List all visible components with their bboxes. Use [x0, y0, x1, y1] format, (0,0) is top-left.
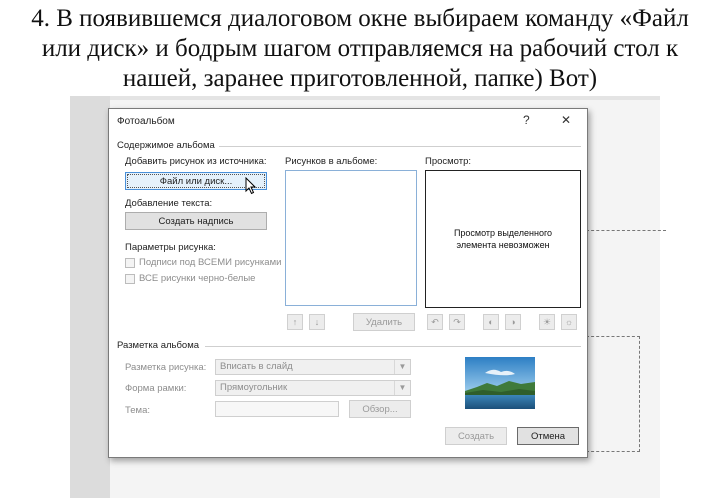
browse-button[interactable]: Обзор...	[349, 400, 411, 418]
frame-shape-select[interactable]: Прямоугольник ▼	[215, 380, 411, 396]
placeholder-border	[586, 230, 666, 231]
new-text-box-button[interactable]: Создать надпись	[125, 212, 267, 230]
placeholder-border	[586, 336, 640, 337]
frame-shape-value: Прямоугольник	[220, 382, 288, 393]
mouse-cursor-icon	[245, 177, 257, 195]
picture-options-label: Параметры рисунка:	[125, 242, 216, 253]
preview-label: Просмотр:	[425, 156, 472, 167]
contrast-up-icon[interactable]: ◐	[483, 314, 499, 330]
new-text-box-button-label: Создать надпись	[158, 215, 234, 227]
cancel-button[interactable]: Отмена	[517, 427, 579, 445]
black-white-checkbox-label: ВСЕ рисунки черно-белые	[139, 273, 256, 284]
checkbox-box	[125, 257, 135, 268]
arrow-down-icon[interactable]: ↓	[309, 314, 325, 330]
remove-button-label: Удалить	[365, 316, 403, 328]
remove-button[interactable]: Удалить	[353, 313, 415, 331]
picture-layout-select[interactable]: Вписать в слайд ▼	[215, 359, 411, 375]
theme-label: Тема:	[125, 405, 151, 416]
dialog-title: Фотоальбом	[117, 116, 175, 127]
create-button-label: Создать	[457, 430, 495, 442]
browse-button-label: Обзор...	[362, 403, 398, 415]
chevron-down-icon: ▼	[394, 381, 410, 395]
caption-line-1: 4. В появившемся диалоговом окне выбирае…	[31, 5, 689, 32]
layout-preview-image	[465, 357, 535, 409]
preview-message: Просмотр выделенного элемента невозможен	[453, 228, 553, 250]
create-button[interactable]: Создать	[445, 427, 507, 445]
captions-checkbox[interactable]: Подписи под ВСЕМИ рисунками	[125, 257, 281, 268]
chevron-down-icon: ▼	[394, 360, 410, 374]
insert-text-label: Добавление текста:	[125, 198, 213, 209]
theme-input[interactable]	[215, 401, 339, 417]
contrast-down-icon[interactable]: ◑	[505, 314, 521, 330]
instruction-caption: 4. В появившемся диалоговом окне выбирае…	[0, 4, 720, 94]
checkbox-box	[125, 273, 135, 284]
brightness-down-icon[interactable]: ☼	[561, 314, 577, 330]
frame-shape-label: Форма рамки:	[125, 383, 187, 394]
dialog-titlebar: Фотоальбом ? ✕	[109, 109, 587, 135]
help-icon[interactable]: ?	[523, 113, 530, 127]
caption-line-3: нашей, заранее приготовленной, папке) Во…	[122, 65, 598, 92]
insert-from-label: Добавить рисунок из источника:	[125, 156, 267, 167]
album-content-group-label: Содержимое альбома	[117, 140, 215, 151]
album-layout-group-label: Разметка альбома	[117, 340, 200, 351]
photo-album-dialog: Фотоальбом ? ✕ Содержимое альбома Добави…	[108, 108, 588, 458]
rotate-right-icon[interactable]: ↷	[449, 314, 465, 330]
picture-layout-value: Вписать в слайд	[220, 361, 293, 372]
group-divider	[205, 346, 581, 347]
placeholder-border	[586, 451, 640, 452]
picture-layout-label: Разметка рисунка:	[125, 362, 207, 373]
cancel-button-label: Отмена	[530, 430, 566, 442]
close-icon[interactable]: ✕	[561, 113, 571, 127]
group-divider	[219, 146, 581, 147]
pictures-in-album-list[interactable]	[285, 170, 417, 306]
captions-checkbox-label: Подписи под ВСЕМИ рисунками	[139, 257, 282, 268]
slides-pane	[70, 96, 110, 498]
placeholder-border	[639, 336, 640, 452]
arrow-up-icon[interactable]: ↑	[287, 314, 303, 330]
file-or-disk-button-label: Файл или диск...	[159, 175, 233, 187]
rotate-left-icon[interactable]: ↶	[427, 314, 443, 330]
black-white-checkbox[interactable]: ВСЕ рисунки черно-белые	[125, 273, 255, 284]
preview-pane: Просмотр выделенного элемента невозможен	[425, 170, 581, 308]
pictures-in-album-label: Рисунков в альбоме:	[285, 156, 378, 167]
brightness-up-icon[interactable]: ☀	[539, 314, 555, 330]
caption-line-2: или диск» и бодрым шагом отправляемся на…	[41, 35, 679, 62]
